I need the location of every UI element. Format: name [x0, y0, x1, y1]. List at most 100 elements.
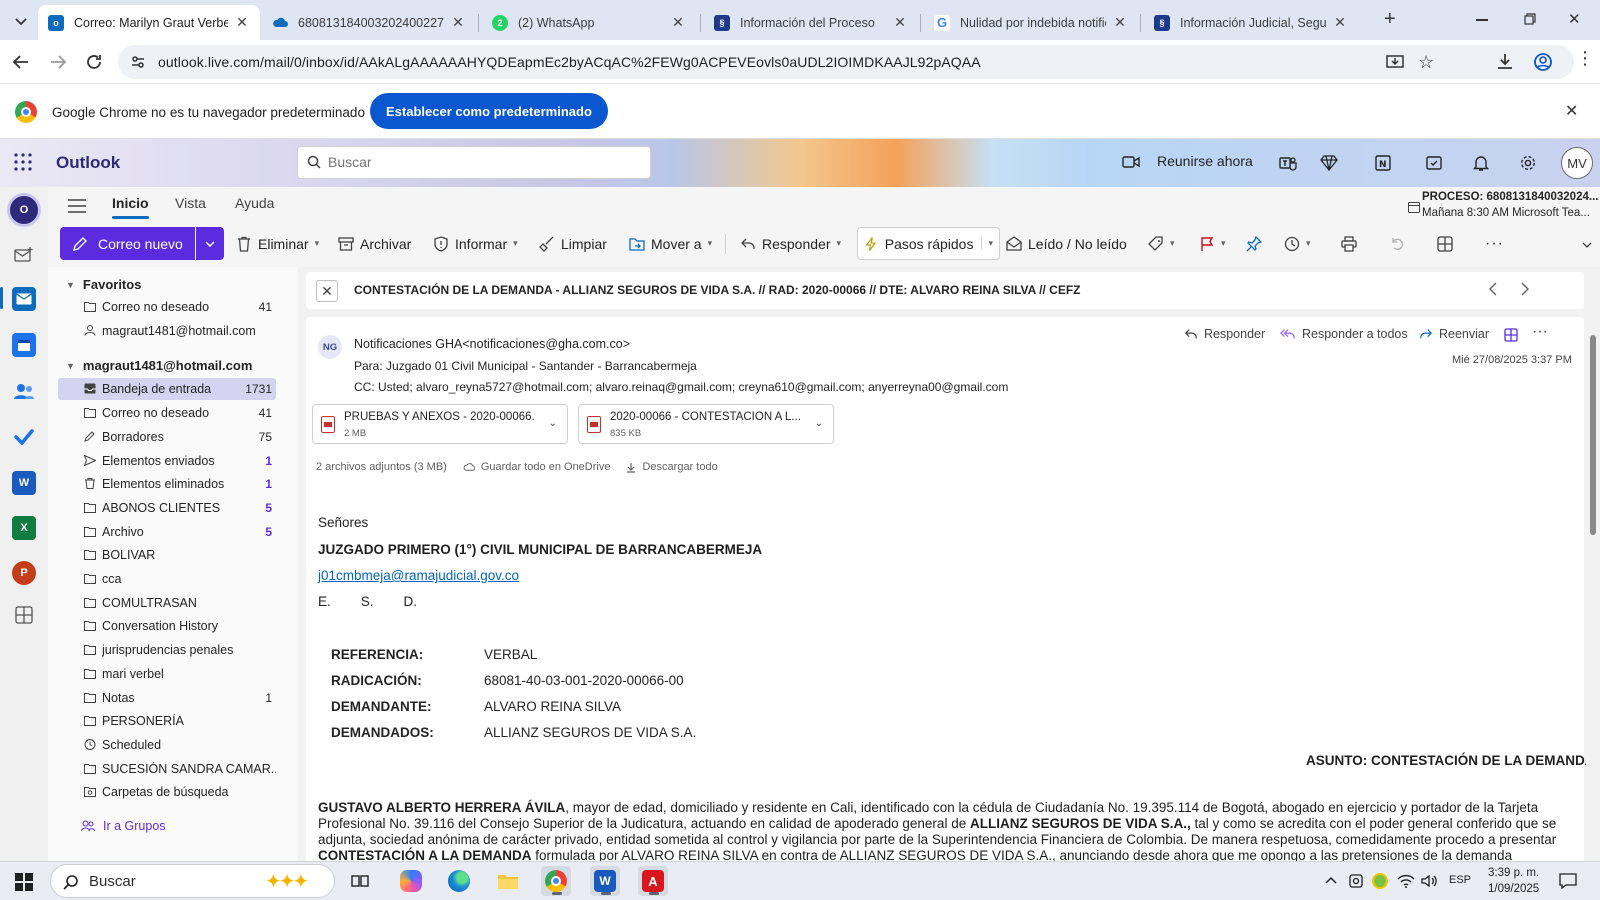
folder-cca[interactable]: cca — [58, 568, 276, 590]
acrobat-taskbar-icon[interactable]: A — [638, 866, 668, 896]
app-launcher-icon[interactable] — [14, 153, 32, 171]
chevron-down-icon[interactable]: ⌄ — [549, 418, 557, 429]
reply-button-inline[interactable]: Responder — [1184, 327, 1265, 341]
search-input[interactable] — [328, 154, 628, 170]
new-mail-button[interactable]: Correo nuevo — [60, 227, 195, 260]
chevron-down-icon[interactable]: ⌄ — [815, 418, 823, 429]
set-default-button[interactable]: Establecer como predeterminado — [370, 93, 608, 129]
wifi-icon[interactable] — [1397, 873, 1415, 889]
previous-message-icon[interactable] — [1488, 282, 1498, 296]
tab-search-button[interactable] — [10, 11, 32, 33]
forward-button[interactable]: Reenviar — [1419, 327, 1489, 341]
gear-icon[interactable] — [1516, 151, 1540, 175]
folder-abonos[interactable]: ABONOS CLIENTES 5 — [58, 497, 276, 519]
copilot-outlook-icon[interactable]: O — [7, 193, 41, 227]
notifications-icon[interactable] — [1559, 873, 1577, 889]
tab-vista[interactable]: Vista — [175, 195, 206, 211]
close-tab-icon[interactable]: ✕ — [1332, 14, 1348, 31]
chrome-taskbar-icon[interactable] — [541, 866, 571, 896]
save-to-onedrive-button[interactable]: Guardar todo en OneDrive — [463, 461, 610, 473]
close-tab-icon[interactable]: ✕ — [1112, 14, 1128, 31]
onenote-icon[interactable]: N — [1371, 151, 1395, 175]
cc-recipients[interactable]: CC: Usted; alvaro_reyna5727@hotmail.com;… — [354, 380, 1008, 394]
folder-deleted[interactable]: Elementos eliminados 1 — [58, 473, 276, 495]
new-mail-dropdown[interactable] — [196, 227, 224, 260]
teams-icon[interactable] — [1276, 151, 1300, 175]
to-recipients[interactable]: Para: Juzgado 01 Civil Municipal - Santa… — [354, 359, 697, 373]
copilot-icon[interactable] — [396, 866, 426, 896]
folder-jurisprudencias[interactable]: jurisprudencias penales — [58, 639, 276, 661]
close-tab-icon[interactable]: ✕ — [892, 14, 908, 31]
close-tab-icon[interactable]: ✕ — [450, 14, 466, 31]
new-tab-button[interactable]: + — [1384, 8, 1396, 31]
task-view-icon[interactable] — [345, 866, 375, 896]
folder-conversation-history[interactable]: Conversation History — [58, 615, 276, 637]
go-to-groups-link[interactable]: Ir a Grupos — [81, 819, 166, 833]
premium-diamond-icon[interactable] — [1317, 151, 1341, 175]
my-day-icon[interactable] — [1422, 151, 1446, 175]
folder-bolivar[interactable]: BOLIVAR — [58, 544, 276, 566]
people-icon[interactable] — [12, 379, 36, 403]
more-apps-icon[interactable] — [12, 603, 36, 627]
quick-steps-button[interactable]: Pasos rápidos ▾ — [857, 227, 1000, 260]
immersive-reader-button[interactable] — [1437, 227, 1453, 260]
sender-address[interactable]: Notificaciones GHA<notificaciones@gha.co… — [354, 337, 630, 351]
categorize-button[interactable]: ▾ — [1148, 227, 1175, 260]
word-taskbar-icon[interactable]: W — [590, 866, 620, 896]
report-button[interactable]: Informar ▾ — [433, 227, 518, 260]
chevron-up-icon[interactable] — [1325, 876, 1337, 884]
favorite-account[interactable]: magraut1481@hotmail.com — [58, 320, 276, 342]
bookmark-star-icon[interactable]: ☆ — [1418, 52, 1434, 73]
downloads-icon[interactable] — [1496, 52, 1514, 70]
tray-app-icon[interactable] — [1372, 873, 1388, 889]
download-all-button[interactable]: Descargar todo — [626, 461, 718, 473]
meet-now-button[interactable]: Reunirse ahora — [1157, 153, 1253, 169]
file-explorer-icon[interactable] — [493, 866, 523, 896]
folder-search-folders[interactable]: Carpetas de búsqueda — [58, 781, 276, 803]
mail-icon[interactable] — [12, 287, 36, 311]
back-icon[interactable] — [12, 53, 30, 71]
system-clock[interactable]: 3:39 p. m. 1/09/2025 — [1488, 865, 1539, 897]
taskbar-search[interactable]: Buscar ✦✦✦ — [50, 864, 335, 898]
browser-tab-google[interactable]: G Nulidad por indebida notific ✕ — [924, 5, 1138, 40]
view-layout-icon[interactable] — [1504, 328, 1518, 342]
outlook-brand[interactable]: Outlook — [56, 153, 120, 173]
browser-tab-whatsapp[interactable]: 2 (2) WhatsApp ✕ — [482, 5, 696, 40]
attachment-card[interactable]: PRUEBAS Y ANEXOS - 2020-00066... 2 MB ⌄ — [312, 404, 568, 444]
pin-button[interactable] — [1246, 227, 1262, 260]
read-unread-button[interactable]: Leído / No leído — [1006, 227, 1127, 260]
meet-tray-icon[interactable] — [1348, 873, 1364, 889]
chrome-menu-icon[interactable]: ⋮ — [1576, 49, 1594, 67]
infobar-close-icon[interactable]: ✕ — [1565, 101, 1578, 121]
avatar[interactable]: MV — [1561, 147, 1593, 179]
close-reading-icon[interactable]: ✕ — [316, 280, 338, 302]
folder-archivo[interactable]: Archivo 5 — [58, 521, 276, 543]
browser-tab-proceso[interactable]: § Información del Proceso ✕ — [704, 5, 918, 40]
reply-button[interactable]: Responder ▾ — [740, 227, 841, 260]
print-button[interactable] — [1341, 227, 1357, 260]
add-app-mail-icon[interactable] — [12, 243, 36, 267]
archive-button[interactable]: Archivar — [338, 227, 411, 260]
browser-tab-judicial[interactable]: § Información Judicial, Seguim ✕ — [1144, 5, 1358, 40]
folder-mari-verbel[interactable]: mari verbel — [58, 663, 276, 685]
folder-scheduled[interactable]: Scheduled — [58, 734, 276, 756]
address-bar[interactable]: outlook.live.com/mail/0/inbox/id/AAkALgA… — [118, 45, 1574, 79]
flag-button[interactable]: ▾ — [1199, 227, 1226, 260]
todo-check-icon[interactable] — [12, 425, 36, 449]
close-tab-icon[interactable]: ✕ — [670, 14, 686, 31]
snooze-button[interactable]: ▾ — [1284, 227, 1311, 260]
folder-personeria[interactable]: PERSONERÍA — [58, 710, 276, 732]
message-more-icon[interactable]: ··· — [1532, 323, 1548, 341]
scrollbar-thumb[interactable] — [1590, 335, 1596, 535]
folder-inbox[interactable]: Bandeja de entrada 1731 — [58, 378, 276, 400]
hamburger-menu-icon[interactable] — [68, 199, 86, 213]
undo-button[interactable] — [1389, 227, 1405, 260]
more-options-button[interactable]: ··· — [1485, 227, 1504, 260]
input-language[interactable]: ESP — [1449, 874, 1471, 886]
attachment-card[interactable]: 2020-00066 - CONTESTACION A L... 835 KB … — [578, 404, 834, 444]
delete-button[interactable]: Eliminar ▾ — [236, 227, 319, 260]
tab-ayuda[interactable]: Ayuda — [235, 195, 274, 211]
favorite-folder-junk[interactable]: Correo no deseado 41 — [58, 296, 276, 318]
calendar-icon[interactable] — [12, 333, 36, 357]
excel-icon[interactable]: X — [12, 516, 36, 540]
